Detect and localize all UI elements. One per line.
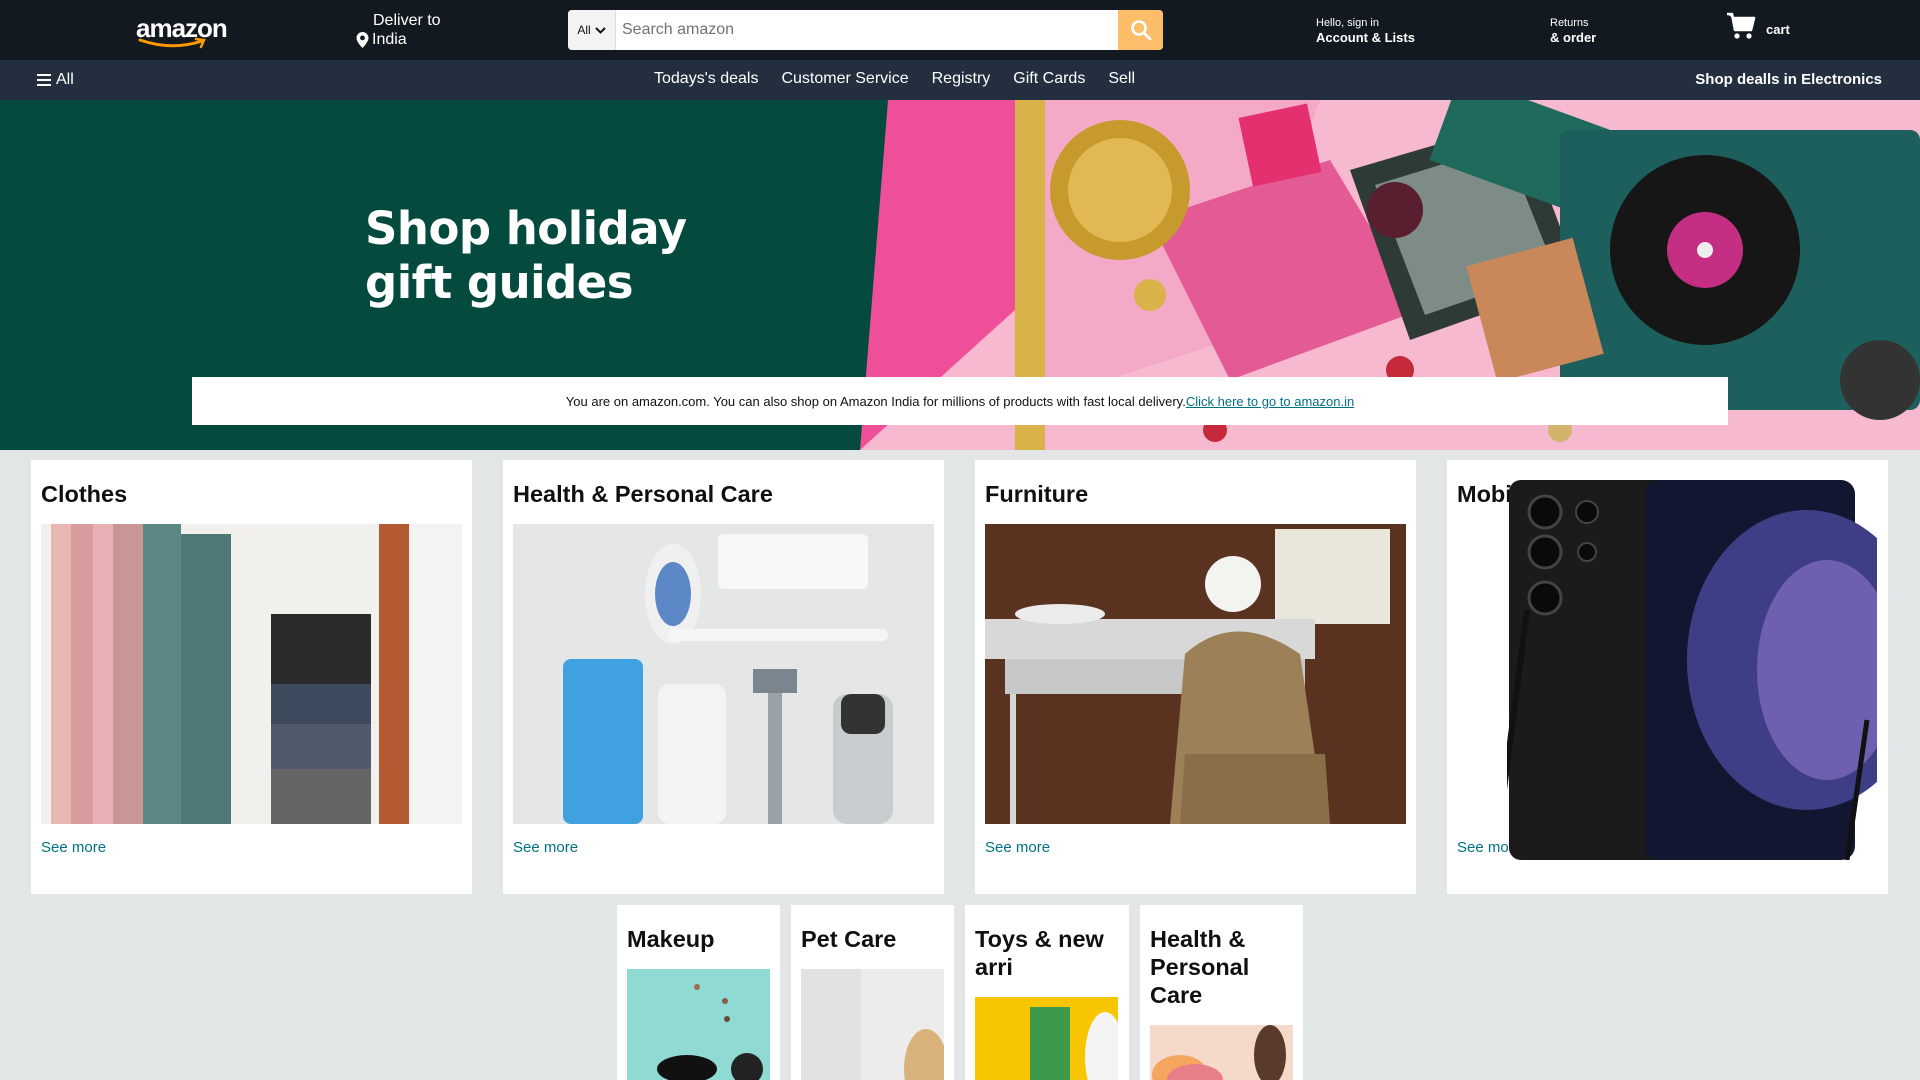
card-toys: Toys & new arri xyxy=(965,905,1129,1080)
card-health-personal-care: Health & Personal Care See more xyxy=(503,460,944,894)
deliver-location: India xyxy=(372,31,407,48)
cart-button[interactable]: cart xyxy=(1726,12,1790,40)
hero-title: Shop holiday gift guides xyxy=(365,202,687,310)
pet-care-image[interactable] xyxy=(801,969,944,1080)
desk-chair-image xyxy=(985,524,1406,824)
card-makeup: Makeup xyxy=(617,905,780,1080)
card-clothes: Clothes See more xyxy=(31,460,472,894)
top-header: amazon Deliver to India All Hello, sig xyxy=(0,0,1920,60)
search-category-value: All xyxy=(577,23,591,37)
search-bar: All xyxy=(568,10,1163,50)
clothes-image[interactable] xyxy=(41,524,462,824)
clothes-hanger-image xyxy=(51,524,462,824)
menu-icon xyxy=(37,74,51,86)
search-icon xyxy=(1130,20,1151,41)
card-title: Makeup xyxy=(627,926,715,952)
health-care-image-2[interactable] xyxy=(1150,1025,1293,1080)
returns-orders[interactable]: Returns & order xyxy=(1550,17,1596,45)
nav-link-registry[interactable]: Registry xyxy=(932,70,991,88)
toys-image[interactable] xyxy=(975,997,1118,1080)
card-title: Toys & new arri xyxy=(975,926,1104,980)
deliver-to[interactable]: Deliver to India xyxy=(356,11,441,49)
toiletries-image xyxy=(563,534,893,824)
hero-title-line-2: gift guides xyxy=(365,256,634,309)
toys-box-image xyxy=(975,997,1118,1080)
card-title: Clothes xyxy=(41,481,128,507)
nav-link-customer-service[interactable]: Customer Service xyxy=(781,70,908,88)
logo-smile-icon xyxy=(138,37,206,49)
smartphone-image[interactable] xyxy=(1507,480,1877,860)
card-title: Health & Personal Care xyxy=(513,481,773,507)
health-care-image[interactable] xyxy=(513,524,934,824)
pet-image xyxy=(801,969,944,1080)
card-furniture: Furniture See more xyxy=(975,460,1416,894)
account-greeting: Hello, sign in xyxy=(1316,17,1379,29)
see-more-link[interactable]: See more xyxy=(513,839,578,856)
beauty-image xyxy=(1150,1025,1293,1080)
returns-label: Returns xyxy=(1550,17,1589,29)
notice-link[interactable]: Click here to go to amazon.in xyxy=(1186,394,1354,409)
hero-title-line-1: Shop holiday xyxy=(365,202,687,255)
orders-label: & order xyxy=(1550,30,1597,45)
nav-link-gift-cards[interactable]: Gift Cards xyxy=(1013,70,1085,88)
account-label: Account & Lists xyxy=(1316,30,1415,45)
chevron-down-icon xyxy=(594,26,606,34)
nav-link-sell[interactable]: Sell xyxy=(1108,70,1135,88)
see-more-link[interactable]: See more xyxy=(41,839,106,856)
cart-icon xyxy=(1727,12,1756,39)
card-mobiles: Mobiles See more xyxy=(1447,460,1888,894)
deliver-label: Deliver to xyxy=(373,12,441,29)
card-title: Furniture xyxy=(985,481,1089,507)
location-pin-icon xyxy=(356,31,369,48)
nav-promo-link[interactable]: Shop dealls in Electronics xyxy=(1695,71,1882,88)
see-more-link[interactable]: See more xyxy=(985,839,1050,856)
card-health-personal-care-2: Health & Personal Care xyxy=(1140,905,1303,1080)
cart-label: cart xyxy=(1766,21,1790,37)
notice-text: You are on amazon.com. You can also shop… xyxy=(565,393,1186,409)
makeup-products-image xyxy=(657,984,763,1080)
makeup-image[interactable] xyxy=(627,969,770,1080)
search-input[interactable] xyxy=(616,10,1118,50)
card-title: Pet Care xyxy=(801,926,897,952)
nav-bar: All Todays's deals Customer Service Regi… xyxy=(0,60,1920,100)
nav-links: Todays's deals Customer Service Registry… xyxy=(654,70,1158,88)
nav-link-todays-deals[interactable]: Todays's deals xyxy=(654,70,758,88)
furniture-image[interactable] xyxy=(985,524,1406,824)
account-lists[interactable]: Hello, sign in Account & Lists xyxy=(1316,17,1415,45)
all-menu-button[interactable]: All xyxy=(37,71,74,89)
amazon-logo[interactable]: amazon xyxy=(136,15,228,49)
card-pet-care: Pet Care xyxy=(791,905,954,1080)
locale-notice: You are on amazon.com. You can also shop… xyxy=(192,377,1728,425)
search-button[interactable] xyxy=(1118,10,1163,50)
search-category-select[interactable]: All xyxy=(568,10,616,50)
all-menu-label: All xyxy=(56,71,74,88)
card-title: Health & Personal Care xyxy=(1150,926,1250,1008)
